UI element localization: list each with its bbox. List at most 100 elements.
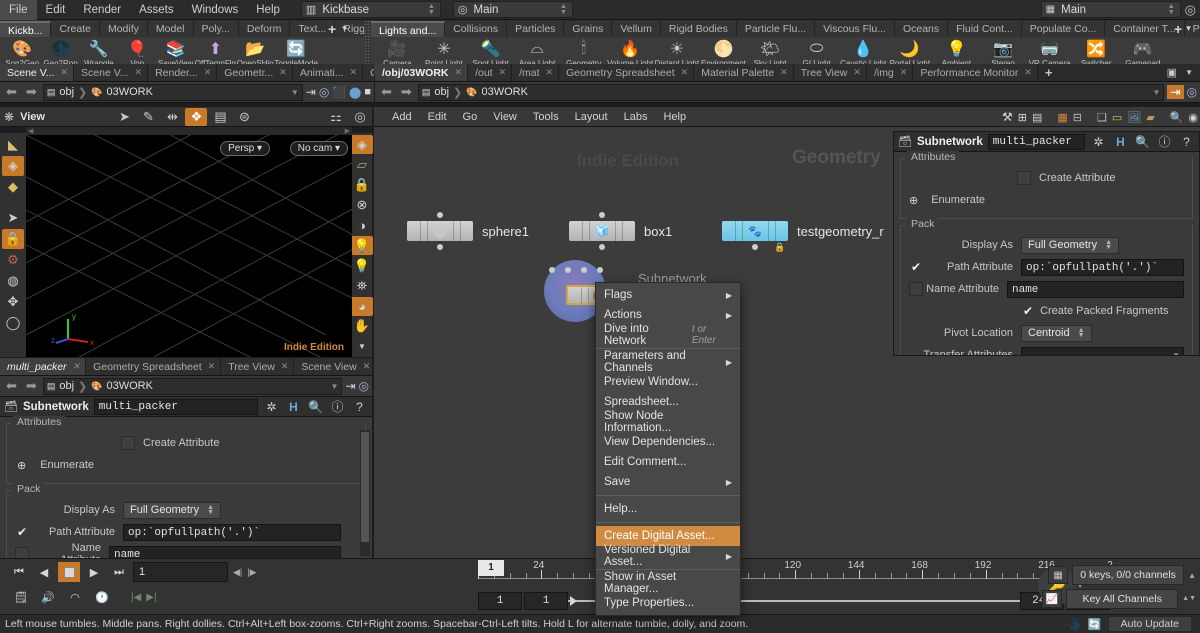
grid-icon[interactable]: ⊟	[1073, 111, 1082, 124]
menu-file[interactable]: File	[0, 0, 37, 20]
context-menu-item-create-digital-asset[interactable]: Create Digital Asset...	[596, 526, 740, 546]
snapshot-icon[interactable]: ▤	[209, 108, 231, 126]
shelf-tab-particle-flu[interactable]: Particle Flu...	[736, 21, 816, 37]
pin-icon[interactable]: ⇥	[306, 85, 316, 99]
hand-icon[interactable]: ✋	[351, 317, 373, 336]
view-mode-icon[interactable]: ❋	[4, 110, 14, 124]
object-select-icon[interactable]: ◣	[2, 135, 24, 155]
node-output-connector[interactable]	[437, 244, 443, 250]
node-input-connectors[interactable]	[549, 267, 603, 273]
back-icon[interactable]: ⬅	[378, 84, 395, 100]
node-name-field[interactable]: multi_packer	[93, 398, 258, 415]
playhead[interactable]: 1	[478, 560, 504, 576]
parameter-scrollbar[interactable]	[360, 430, 370, 556]
network-menu-labs[interactable]: Labs	[616, 107, 656, 127]
close-icon[interactable]: ✕	[204, 67, 212, 78]
menu-windows[interactable]: Windows	[183, 0, 248, 20]
ghost-icon[interactable]: ⊜	[233, 108, 255, 126]
viewport-canvas[interactable]: y x z Persp ▾ No cam ▾ Indie Edition	[26, 135, 352, 357]
square-display-icon[interactable]: ■	[364, 86, 371, 98]
path-dropdown-icon[interactable]: ▼	[291, 88, 299, 97]
shelf-add-icon[interactable]: +	[1170, 21, 1186, 37]
info-icon[interactable]: ⓘ	[1156, 133, 1173, 150]
pane-tab-out[interactable]: /out ✕	[468, 64, 513, 81]
houdini-h-icon[interactable]: H	[1112, 133, 1129, 150]
node-input-connector[interactable]	[437, 212, 443, 218]
shelf-tab-collisions[interactable]: Collisions	[445, 21, 508, 37]
radial-spinner[interactable]: ▲ ▼	[559, 3, 568, 17]
node-testgeometry[interactable]: 🐾 testgeometry_r 🔒	[722, 221, 884, 252]
curve-icon[interactable]: ◠	[64, 587, 86, 607]
key-graph-icon[interactable]: 📈	[1042, 590, 1063, 608]
close-icon[interactable]: ✕	[279, 67, 287, 78]
skip-end-icon[interactable]: ⏭	[108, 562, 130, 582]
node-input-connector[interactable]	[599, 212, 605, 218]
search-icon[interactable]: 🔍	[1170, 111, 1184, 124]
auto-update-button[interactable]: Auto Update	[1107, 616, 1192, 632]
name-attribute-field[interactable]: name	[1007, 280, 1184, 298]
close-icon[interactable]: ✕	[60, 67, 68, 78]
pane-tab-obj-03work[interactable]: /obj/03WORK ✕	[375, 64, 469, 81]
pin-icon[interactable]: ⇥	[1167, 85, 1184, 99]
shelf-tab-fluid-cont[interactable]: Fluid Cont...	[948, 21, 1022, 37]
persp-dropdown[interactable]: Persp ▾	[220, 141, 270, 156]
color-palette-icon[interactable]: ▦	[1057, 111, 1067, 124]
pane-tab-composite[interactable]: Compos...✕	[363, 64, 374, 81]
handle-icon[interactable]: ✎	[137, 108, 159, 126]
create-packed-fragments-checkbox[interactable]: ✔	[1023, 304, 1033, 318]
shadow-icon[interactable]: ◕	[351, 296, 373, 316]
close-icon[interactable]: ✕	[853, 67, 861, 78]
shelf-tab-create[interactable]: Create	[51, 21, 100, 37]
pane-tab-render[interactable]: Render... ✕	[148, 64, 218, 81]
gear-icon[interactable]: ✲	[263, 398, 280, 415]
no-icon[interactable]: ⊗	[351, 196, 373, 215]
jump-start-icon[interactable]: |◀	[131, 592, 141, 603]
context-menu-item-show-in-asset-manager[interactable]: Show in Asset Manager...	[596, 571, 740, 595]
camera-dropdown[interactable]: No cam ▾	[289, 141, 348, 156]
sync-icon[interactable]: ◎	[319, 85, 329, 99]
node-sphere1[interactable]: ⬤ sphere1	[407, 212, 529, 250]
forward-icon[interactable]: ➡	[23, 378, 40, 394]
node-body[interactable]: 🧊	[569, 212, 635, 250]
node-box1[interactable]: 🧊 box1	[569, 212, 672, 250]
network-menu-help[interactable]: Help	[655, 107, 694, 127]
context-menu-item-dive-into-network[interactable]: Dive into Network I or Enter	[596, 323, 740, 347]
time-icon[interactable]: 🕐	[91, 587, 113, 607]
pane-tab-geometry[interactable]: Geometr... ✕	[217, 64, 293, 81]
forward-icon[interactable]: ➡	[398, 84, 415, 100]
key-mode-spinner-icon[interactable]: ▲▼	[1182, 595, 1196, 602]
light-point-icon[interactable]: ⛯	[351, 276, 373, 295]
sync-icon[interactable]: ◎	[359, 379, 369, 393]
network-menu-view[interactable]: View	[485, 107, 525, 127]
close-icon[interactable]: ✕	[363, 361, 371, 372]
view-icon[interactable]: ❖	[185, 107, 208, 126]
name-attribute-field[interactable]: name	[109, 545, 341, 558]
lock-icon[interactable]: 🔒	[351, 175, 373, 194]
audio-icon[interactable]: 🔊	[37, 587, 59, 607]
context-menu-item-type-properties[interactable]: Type Properties...	[596, 593, 740, 613]
context-menu-item-parameters-and-channels[interactable]: Parameters and Channels ▶	[596, 350, 740, 374]
shelf-menu-icon[interactable]: ▾	[1186, 23, 1191, 34]
close-icon[interactable]: ✕	[780, 67, 788, 78]
help-icon[interactable]: ?	[351, 398, 368, 415]
headlight-icon[interactable]: 💡	[351, 235, 373, 256]
context-menu-item-help[interactable]: Help...	[596, 499, 740, 519]
context-menu-item-save[interactable]: Save ▶	[596, 472, 740, 492]
network-menu-tools[interactable]: Tools	[525, 107, 567, 127]
pane-tab-scene-view-2[interactable]: Scene V... ✕	[74, 64, 149, 81]
path-attribute-checkbox[interactable]: ✔	[909, 260, 923, 274]
node-context-menu[interactable]: Flags ▶ Actions ▶ Dive into Network I or Ente…	[595, 282, 741, 616]
image-icon[interactable]: 🖼	[1127, 111, 1141, 124]
help-icon[interactable]: ?	[1178, 133, 1195, 150]
shelf-tab-poly[interactable]: Poly...	[193, 21, 239, 37]
range-start-handle[interactable]	[570, 596, 577, 606]
pane-tab-performance-monitor[interactable]: Performance Monitor ✕	[913, 64, 1038, 81]
menu-edit[interactable]: Edit	[37, 0, 75, 20]
pane-menu-icon[interactable]: ▼	[1185, 68, 1193, 77]
refresh-icon[interactable]: 🔄	[1088, 618, 1102, 631]
close-icon[interactable]: ✕	[900, 67, 908, 78]
network-menu-go[interactable]: Go	[455, 107, 486, 127]
close-icon[interactable]: ✕	[281, 361, 289, 372]
current-frame-field[interactable]: 1	[133, 562, 228, 582]
keys-status[interactable]: 0 keys, 0/0 channels	[1072, 565, 1185, 585]
